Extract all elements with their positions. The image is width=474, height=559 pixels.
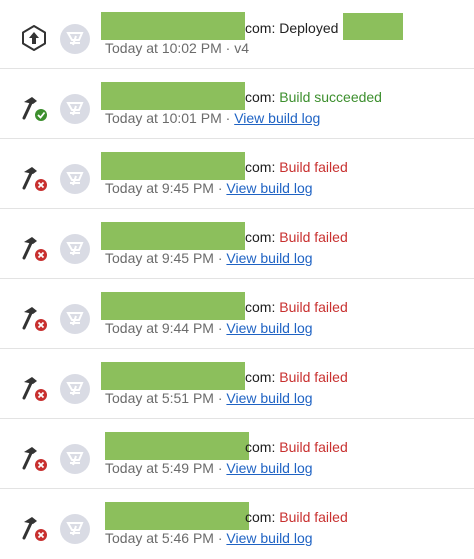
domain-suffix: com: xyxy=(245,229,276,245)
status-text: Build succeeded xyxy=(279,89,382,105)
activity-row: com: Build succeeded Today at 10:01 PM ·… xyxy=(0,70,474,139)
view-build-log-link[interactable]: View build log xyxy=(226,180,312,196)
build-failed-icon xyxy=(22,517,47,541)
avatar[interactable] xyxy=(60,234,90,264)
view-build-log-link[interactable]: View build log xyxy=(226,530,312,546)
status-text: Build failed xyxy=(279,439,348,455)
domain-suffix: com: xyxy=(245,159,276,175)
status-text: Build failed xyxy=(279,369,348,385)
status-text: Build failed xyxy=(279,509,348,525)
redacted-app-name xyxy=(101,222,245,250)
timestamp: Today at 5:49 PM xyxy=(105,460,214,476)
activity-meta: Today at 5:46 PM · View build log xyxy=(105,530,313,547)
avatar-placeholder-icon xyxy=(66,172,84,186)
domain-suffix: com: xyxy=(245,439,276,455)
domain-suffix: com: xyxy=(245,299,276,315)
avatar[interactable] xyxy=(60,94,90,124)
build-failed-icon xyxy=(22,307,47,331)
avatar-placeholder-icon xyxy=(66,32,84,46)
domain-suffix: com: xyxy=(245,20,276,37)
avatar-placeholder-icon xyxy=(66,452,84,466)
timestamp: Today at 9:45 PM xyxy=(105,250,214,266)
build-failed-icon xyxy=(22,237,47,261)
build-failed-icon xyxy=(22,447,47,471)
activity-row: com: Build failed Today at 5:49 PM · Vie… xyxy=(0,420,474,489)
activity-meta: Today at 9:45 PM · View build log xyxy=(105,180,313,197)
view-build-log-link[interactable]: View build log xyxy=(226,250,312,266)
activity-row: com: Build failed Today at 5:46 PM · Vie… xyxy=(0,490,474,559)
timestamp: Today at 10:01 PM xyxy=(105,110,222,126)
redacted-app-name xyxy=(101,292,245,320)
meta-separator: · xyxy=(213,320,227,336)
activity-row: com: Build failed Today at 9:45 PM · Vie… xyxy=(0,210,474,279)
meta-separator: · v4 xyxy=(221,40,249,56)
timestamp: Today at 9:45 PM xyxy=(105,180,214,196)
redacted-app-name xyxy=(101,152,245,180)
status-text: Build failed xyxy=(279,159,348,175)
avatar-placeholder-icon xyxy=(66,242,84,256)
redacted-version-target xyxy=(343,13,404,40)
meta-separator: · xyxy=(221,110,235,126)
avatar[interactable] xyxy=(60,444,90,474)
avatar[interactable] xyxy=(60,374,90,404)
timestamp: Today at 10:02 PM xyxy=(105,40,222,56)
build-failed-icon xyxy=(22,167,47,191)
meta-separator: · xyxy=(213,250,227,266)
view-build-log-link[interactable]: View build log xyxy=(226,460,312,476)
avatar[interactable] xyxy=(60,24,90,54)
status-text: Build failed xyxy=(279,299,348,315)
activity-meta: Today at 5:49 PM · View build log xyxy=(105,460,313,477)
redacted-app-name xyxy=(101,82,245,110)
meta-separator: · xyxy=(213,460,227,476)
activity-meta: Today at 10:02 PM · v4 xyxy=(105,40,249,57)
redacted-app-name xyxy=(105,432,249,460)
activity-meta: Today at 5:51 PM · View build log xyxy=(105,390,313,407)
activity-row: com: Build failed Today at 9:44 PM · Vie… xyxy=(0,280,474,349)
activity-row: com: Deployed Today at 10:02 PM · v4 xyxy=(0,0,474,69)
view-build-log-link[interactable]: View build log xyxy=(226,390,312,406)
status-text: Deployed xyxy=(279,20,339,37)
build-success-icon xyxy=(22,97,47,121)
meta-separator: · xyxy=(213,530,227,546)
avatar-placeholder-icon xyxy=(66,382,84,396)
avatar[interactable] xyxy=(60,514,90,544)
redacted-app-name xyxy=(101,12,245,40)
avatar[interactable] xyxy=(60,304,90,334)
status-text: Build failed xyxy=(279,229,348,245)
meta-separator: · xyxy=(213,390,227,406)
redacted-app-name xyxy=(105,502,249,530)
activity-row: com: Build failed Today at 9:45 PM · Vie… xyxy=(0,140,474,209)
activity-row: com: Build failed Today at 5:51 PM · Vie… xyxy=(0,350,474,419)
deploy-upload-icon xyxy=(22,25,46,51)
avatar[interactable] xyxy=(60,164,90,194)
activity-meta: Today at 10:01 PM · View build log xyxy=(105,110,320,127)
timestamp: Today at 5:46 PM xyxy=(105,530,214,546)
domain-suffix: com: xyxy=(245,509,276,525)
domain-suffix: com: xyxy=(245,89,276,105)
timestamp: Today at 5:51 PM xyxy=(105,390,214,406)
activity-meta: Today at 9:44 PM · View build log xyxy=(105,320,313,337)
activity-feed: com: Deployed Today at 10:02 PM · v4 com… xyxy=(0,0,474,559)
avatar-placeholder-icon xyxy=(66,522,84,536)
timestamp: Today at 9:44 PM xyxy=(105,320,214,336)
avatar-placeholder-icon xyxy=(66,312,84,326)
view-build-log-link[interactable]: View build log xyxy=(234,110,320,126)
activity-meta: Today at 9:45 PM · View build log xyxy=(105,250,313,267)
view-build-log-link[interactable]: View build log xyxy=(226,320,312,336)
build-failed-icon xyxy=(22,377,47,401)
redacted-app-name xyxy=(101,362,245,390)
meta-separator: · xyxy=(213,180,227,196)
avatar-placeholder-icon xyxy=(66,102,84,116)
domain-suffix: com: xyxy=(245,369,276,385)
